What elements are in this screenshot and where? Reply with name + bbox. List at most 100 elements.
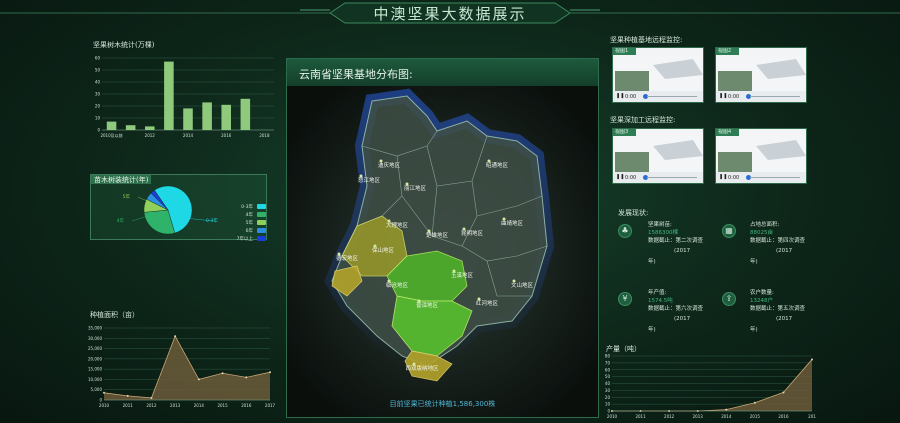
- legend-item-0-3年[interactable]: 0-3年: [218, 204, 266, 210]
- y-tick-label: 20: [95, 104, 101, 109]
- region-label: 楚雄地区: [426, 231, 449, 239]
- map-title: 云南省坚果基地分布图:: [299, 68, 413, 81]
- pause-icon[interactable]: ❚❚: [616, 94, 624, 99]
- planting-area-chart: 0 5,000 10,000 15,000 20,000 25,000 30,000 35,0…: [88, 326, 276, 409]
- dev-item-seedlings: 坚果树苗: 1586300棵 数据截止：第二次调查 (2017 年): [648, 222, 704, 265]
- video-label-2: 视图2: [716, 48, 740, 55]
- video-time-4: 0:00: [728, 175, 740, 181]
- point-2014: [725, 408, 728, 411]
- y-tick-label: 0: [97, 128, 100, 133]
- x-tick-label: 2010: [607, 414, 618, 419]
- video-view-2[interactable]: 视图2 ❚❚ 0:00: [715, 47, 807, 103]
- point-2016: [245, 376, 248, 379]
- tree-chart-title: 坚果树木统计(万棵): [93, 41, 155, 49]
- region-label: 玉溪地区: [451, 271, 474, 279]
- base-monitor-title: 坚果种植基地远程监控:: [610, 36, 683, 44]
- y-tick-label: 35,000: [88, 326, 102, 331]
- video-frame-1: [613, 55, 703, 93]
- callout-label: 5年: [123, 193, 131, 200]
- point-2013: [174, 335, 177, 338]
- pause-icon[interactable]: ❚❚: [719, 94, 727, 99]
- region-label: 德宏地区: [336, 254, 359, 262]
- area-fill: [104, 336, 270, 400]
- y-tick-label: 15,000: [88, 367, 102, 372]
- bar-2016: [221, 104, 231, 130]
- x-tick-label: 2012: [146, 403, 157, 408]
- region-label: 普洱地区: [416, 301, 439, 309]
- point-2015: [753, 401, 756, 404]
- legend-item-4年[interactable]: 4年: [218, 212, 266, 218]
- seedling-pie-chart: 5年 4年 0-3年: [117, 185, 218, 235]
- region-label: 曲靖地区: [501, 219, 524, 227]
- bar-2014: [183, 108, 193, 130]
- video-time-2: 0:00: [728, 94, 740, 100]
- legend-label: 5年: [245, 221, 253, 226]
- video-view-3[interactable]: 视图3 ❚❚ 0:00: [612, 128, 704, 184]
- x-tick-label: 2016: [241, 403, 252, 408]
- x-tick-label: 2016: [221, 133, 232, 138]
- y-tick-label: 10,000: [88, 377, 102, 382]
- x-tick-label: 2011: [123, 403, 134, 408]
- map-header: 云南省坚果基地分布图:: [287, 59, 598, 86]
- pause-icon[interactable]: ❚❚: [616, 175, 624, 180]
- video-label-3: 视图3: [613, 129, 637, 136]
- video-progress-track-2[interactable]: [750, 96, 800, 97]
- legend-item-5年[interactable]: 5年: [218, 220, 266, 226]
- x-tick-label: 2010: [99, 403, 110, 408]
- y-tick-label: 20: [605, 395, 611, 400]
- legend-label: 6年: [245, 229, 253, 234]
- point-2012: [150, 396, 153, 399]
- video-time-1: 0:00: [625, 94, 637, 100]
- video-frame-2: [716, 55, 806, 93]
- yunnan-map: 迪庆地区怒江地区丽江地区 昭通地区大理地区楚雄地区 昆明地区 曲靖地区德宏地区 保山地区…: [287, 86, 598, 417]
- video-view-1[interactable]: 视图1 ❚❚ 0:00: [612, 47, 704, 103]
- bar-2010及以前: [106, 121, 117, 130]
- point-2017: [811, 358, 813, 361]
- output-area-chart: 0 10 20 30 40 50 60 7080 2010 2011 2012 2013 2014 201…: [605, 354, 816, 420]
- region-label: 昭通地区: [486, 161, 509, 169]
- x-tick-label: 2012: [664, 414, 675, 419]
- region-label: 西双版纳地区: [405, 364, 439, 372]
- video-progress-track-3[interactable]: [647, 177, 697, 178]
- x-tick-label: 201: [808, 414, 816, 419]
- bar-2017: [240, 98, 251, 130]
- video-label-4: 视图4: [716, 129, 740, 136]
- pause-icon[interactable]: ❚❚: [719, 175, 727, 180]
- point-2010: [103, 391, 105, 394]
- upload-icon: ⇪: [722, 292, 736, 306]
- point-2015: [221, 372, 224, 375]
- x-tick-label: 2016: [778, 414, 789, 419]
- region-label: 大理地区: [386, 221, 409, 229]
- y-tick-label: 50: [605, 374, 611, 379]
- x-tick-label: 2017: [265, 403, 276, 408]
- seedling-legend: 0-3年 4年 5年 6年 7年以上: [218, 204, 266, 250]
- y-tick-label: 30: [605, 388, 611, 393]
- area-chart-title: 种植面积（亩）: [90, 311, 139, 319]
- tree-icon: ♣: [618, 224, 632, 238]
- x-tick-label: 2010及以前: [100, 132, 122, 138]
- y-tick-label: 0: [607, 409, 610, 414]
- map-footer-summary: 目前坚果已统计种植1,586,300株: [389, 400, 496, 408]
- x-tick-label: 2014: [183, 133, 194, 138]
- legend-label: 4年: [245, 213, 253, 218]
- region-label: 怒江地区: [358, 176, 381, 184]
- legend-item-6年[interactable]: 6年: [218, 228, 266, 234]
- bar-2013: [164, 61, 174, 130]
- x-tick-label: 2014: [721, 414, 732, 419]
- region-label: 文山地区: [511, 281, 534, 289]
- x-tick-label: 2013: [170, 403, 181, 408]
- legend-swatch: [257, 220, 266, 225]
- process-monitor-title: 坚果深加工远程监控:: [610, 116, 676, 124]
- map-panel: 云南省坚果基地分布图: 迪庆地区 怒江地区 丽江地区 昭通地区 大理地区 楚雄地…: [286, 58, 599, 418]
- callout-label: 0-3年: [206, 217, 218, 224]
- video-progress-track-1[interactable]: [647, 96, 697, 97]
- video-view-4[interactable]: 视图4 ❚❚ 0:00: [715, 128, 807, 184]
- bar-2015: [202, 102, 212, 130]
- y-tick-label: 25,000: [88, 346, 102, 351]
- legend-item-7年以上[interactable]: 7年以上: [218, 236, 266, 242]
- callout-label: 4年: [117, 217, 125, 224]
- video-progress-track-4[interactable]: [750, 177, 800, 178]
- x-tick-label: 2013: [693, 414, 704, 419]
- bar-2011: [125, 125, 136, 130]
- y-tick-label: 40: [95, 80, 101, 85]
